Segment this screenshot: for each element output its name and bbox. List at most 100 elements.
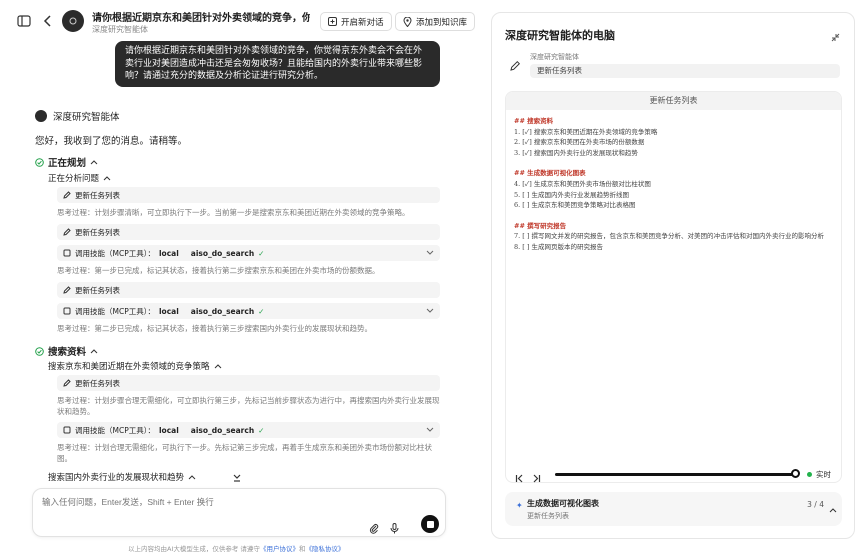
live-dot-icon: [807, 472, 812, 477]
section-search[interactable]: 搜索资料: [35, 344, 98, 358]
playback-bar: 实时: [505, 465, 842, 483]
add-to-kb-label: 添加到知识库: [416, 17, 468, 28]
doc-line: 3. [✓] 搜索国内外卖行业的发展现状和趋势: [514, 148, 638, 157]
think-text: 思考过程：第二步已完成，标记其状态，接着执行第三步搜索国内外卖行业的发展现状和趋…: [57, 324, 372, 333]
tool-card-mcp[interactable]: 调用技能（MCP工具）： local aiso_do_search ✓: [57, 422, 440, 438]
user-message: 请你根据近期京东和美团针对外卖领域的竞争，你觉得京东外卖会不会在外卖行业对美团造…: [115, 41, 440, 87]
chat-title: 请你根据近期京东和美团针对外卖领域的竞争，你觉得...: [92, 13, 310, 24]
subsection-search-strategy[interactable]: 搜索京东和美团近期在外卖领域的竞争策略: [48, 360, 222, 372]
stop-button[interactable]: [421, 515, 439, 533]
task-document[interactable]: 更新任务列表 ## 搜索资料 1. [✓] 搜索京东和美团近期在外卖领域的竞争策…: [505, 91, 842, 483]
scroll-down-icon[interactable]: [232, 468, 242, 486]
think-text: 思考过程：计划合理无需细化，可执行下一步。先标记第三步完成，再着手生成京东和美团…: [57, 443, 432, 463]
think-text: 思考过程：计划步骤清晰，可立即执行下一步。当前第一步是搜索京东和美团近期在外卖领…: [57, 208, 410, 217]
think-text: 思考过程：计划步骤合理无需细化，可立即执行第三步，先标记当前步骤状态为进行中，再…: [57, 396, 440, 416]
section-planning[interactable]: 正在规划: [35, 155, 98, 169]
tool-card-update[interactable]: 更新任务列表: [57, 282, 440, 298]
collapse-icon[interactable]: [831, 27, 840, 46]
subsection-search-trends-label: 搜索国内外卖行业的发展现状和趋势: [48, 473, 185, 483]
add-to-kb-button[interactable]: 添加到知识库: [395, 12, 476, 31]
doc-line: 2. [✓] 搜索京东和美团在外卖市场的份额数据: [514, 138, 645, 147]
chevron-up-icon: [214, 364, 221, 369]
chevron-down-icon: [426, 427, 434, 432]
chevron-down-icon: [426, 308, 434, 313]
tool-icon: [63, 426, 71, 434]
section-planning-title: 正在规划: [48, 158, 87, 169]
mcp-prefix: 调用技能（MCP工具）：: [75, 306, 155, 316]
document-body: ## 搜索资料 1. [✓] 搜索京东和美团近期在外卖领域的竞争策略 2. [✓…: [506, 110, 841, 259]
message-composer[interactable]: [32, 488, 446, 537]
doc-line: 5. [ ] 生成国内外卖行业发展趋势折线图: [514, 190, 629, 199]
microphone-icon[interactable]: [390, 519, 399, 538]
tool-card-label: 更新任务列表: [75, 378, 120, 388]
new-chat-button[interactable]: 开启新对话: [320, 12, 392, 31]
chevron-up-icon: [188, 475, 196, 480]
mcp-scope: local: [158, 248, 179, 258]
playback-track[interactable]: [555, 473, 795, 476]
message-input[interactable]: [42, 497, 342, 507]
attachment-icon[interactable]: [369, 519, 379, 538]
user-agreement-link[interactable]: 《用户协议》: [260, 545, 299, 553]
agent-avatar-small: [35, 110, 47, 122]
doc-line: 1. [✓] 搜索京东和美团近期在外卖领域的竞争策略: [514, 127, 658, 136]
success-check-icon: ✓: [258, 248, 265, 258]
panel-task-agent: 深度研究智能体: [530, 53, 579, 61]
tool-card-update[interactable]: 更新任务列表: [57, 187, 440, 203]
playback-knob[interactable]: [791, 469, 800, 478]
success-check-icon: ✓: [258, 425, 265, 435]
agent-name: 深度研究智能体: [53, 112, 120, 123]
mcp-tool: aiso_do_search: [190, 248, 255, 258]
mcp-prefix: 调用技能（MCP工具）：: [75, 248, 155, 258]
sidebar-toggle-icon[interactable]: [16, 13, 32, 29]
chat-area[interactable]: 请你根据近期京东和美团针对外卖领域的竞争，你觉得京东外卖会不会在外卖行业对美团造…: [0, 40, 480, 486]
agent-computer-panel: 深度研究智能体的电脑 深度研究智能体 更新任务列表 更新任务列表 ## 搜索资料…: [491, 12, 855, 539]
doc-line: 6. [ ] 生成京东和美团竞争策略对比表格图: [514, 201, 636, 210]
chevron-down-icon: [426, 250, 434, 255]
edit-icon: [506, 57, 524, 75]
success-check-icon: ✓: [258, 306, 265, 316]
doc-heading: ## 搜索资料: [514, 117, 554, 125]
tool-card-label: 更新任务列表: [75, 227, 120, 237]
mcp-prefix: 调用技能（MCP工具）：: [75, 425, 155, 435]
live-indicator[interactable]: 实时: [807, 469, 831, 480]
subsection-search-trends[interactable]: 搜索国内外卖行业的发展现状和趋势: [48, 471, 196, 483]
chevron-up-icon: [90, 349, 98, 354]
doc-heading: ## 撰写研究报告: [514, 221, 567, 230]
tool-card-mcp[interactable]: 调用技能（MCP工具）： local aiso_do_search ✓: [57, 245, 440, 261]
tool-card-label: 更新任务列表: [75, 285, 120, 295]
disclaimer-footer: 以上内容均由AI大模型生成，仅供参考 请遵守《用户协议》和《隐私协议》: [128, 543, 344, 553]
edit-icon: [63, 286, 71, 294]
mcp-tool: aiso_do_search: [190, 306, 255, 316]
privacy-policy-link[interactable]: 《隐私协议》: [305, 545, 344, 553]
chevron-up-icon[interactable]: [829, 498, 837, 517]
agent-greeting: 您好，我收到了您的消息。请稍等。: [35, 136, 188, 147]
doc-line: 4. [✓] 生成京东和美团外卖市场份额对比柱状图: [514, 179, 651, 188]
sparkle-icon: ✦: [516, 501, 523, 510]
agent-header: 深度研究智能体: [35, 109, 120, 123]
check-circle-icon: [35, 157, 44, 167]
chat-subtitle: 深度研究智能体: [92, 25, 148, 34]
doc-line: 8. [ ] 生成网页版本的研究报告: [514, 242, 603, 251]
panel-title: 深度研究智能体的电脑: [505, 29, 615, 42]
mcp-tool: aiso_do_search: [190, 425, 255, 435]
app-root: 请你根据近期京东和美团针对外卖领域的竞争，你觉得... 深度研究智能体 开启新对…: [0, 0, 865, 556]
tool-icon: [63, 249, 71, 257]
check-circle-icon: [35, 346, 44, 356]
think-text: 思考过程：第一步已完成，标记其状态，接着执行第二步搜索京东和美团在外卖市场的份额…: [57, 266, 380, 275]
edit-icon: [63, 379, 71, 387]
current-task-card[interactable]: ✦ 生成数据可视化图表 更新任务列表 3 / 4: [505, 492, 842, 526]
tool-card-update[interactable]: 更新任务列表: [57, 375, 440, 391]
tool-card-update[interactable]: 更新任务列表: [57, 224, 440, 240]
edit-icon: [63, 191, 71, 199]
tool-card-mcp[interactable]: 调用技能（MCP工具）： local aiso_do_search ✓: [57, 303, 440, 319]
subsection-analyzing[interactable]: 正在分析问题: [48, 172, 111, 184]
skip-forward-icon[interactable]: [532, 468, 541, 487]
back-arrow-icon[interactable]: [40, 13, 56, 29]
chat-header: 请你根据近期京东和美团针对外卖领域的竞争，你觉得... 深度研究智能体 开启新对…: [0, 0, 480, 40]
chevron-up-icon: [103, 176, 111, 181]
task-progress-count: 3 / 4: [807, 500, 824, 509]
live-label: 实时: [816, 470, 831, 479]
tool-icon: [63, 307, 71, 315]
doc-heading: ## 生成数据可视化图表: [514, 169, 586, 178]
skip-back-icon[interactable]: [515, 468, 524, 487]
